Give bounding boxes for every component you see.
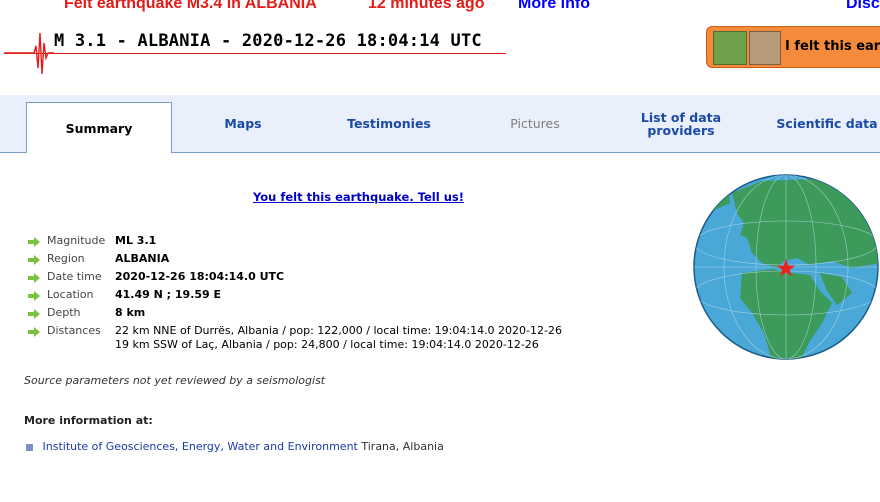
param-value: ML 3.1: [115, 234, 157, 247]
arrow-right-icon: [28, 327, 40, 337]
param-label: Magnitude: [47, 234, 106, 247]
arrow-right-icon: [28, 309, 40, 319]
more-info-link[interactable]: More info: [518, 0, 590, 13]
event-title: M 3.1 - ALBANIA - 2020-12-26 18:04:14 UT…: [54, 31, 482, 51]
disclaimer-link[interactable]: Disc: [846, 0, 880, 13]
param-value: 41.49 N ; 19.59 E: [115, 288, 222, 301]
felt-building-thumbnail-icon: [749, 31, 781, 65]
param-label: Date time: [47, 270, 102, 283]
globe-map-icon: [693, 174, 879, 360]
institution-location: Tirana, Albania: [361, 440, 444, 453]
tab-data-providers[interactable]: List of data providers: [620, 95, 742, 152]
tab-summary[interactable]: Summary: [26, 102, 172, 153]
tab-bar: Summary Maps Testimonies Pictures List o…: [0, 95, 880, 153]
time-ago-text: 12 minutes ago: [368, 0, 485, 12]
institution-link[interactable]: Institute of Geosciences, Energy, Water …: [43, 440, 358, 453]
felt-map-thumbnail-icon: [713, 31, 747, 65]
review-note: Source parameters not yet reviewed by a …: [24, 374, 326, 387]
felt-banner: Felt earthquake M3.4 in ALBANIA 12 minut…: [0, 0, 880, 17]
tab-scientific-data[interactable]: Scientific data: [768, 95, 880, 152]
tab-pictures-label: Pictures: [510, 116, 560, 131]
tab-maps-label: Maps: [224, 116, 262, 131]
tab-scientific-data-label: Scientific data: [776, 116, 878, 131]
more-info-heading: More information at:: [24, 414, 153, 427]
tab-summary-label: Summary: [65, 120, 133, 136]
tab-testimonies[interactable]: Testimonies: [326, 95, 452, 152]
title-underline: [4, 53, 506, 54]
param-label: Distances: [47, 324, 101, 337]
arrow-right-icon: [28, 291, 40, 301]
i-felt-it-label: I felt this earth: [785, 39, 880, 54]
param-value: 2020-12-26 18:04:14.0 UTC: [115, 270, 285, 283]
felt-tell-us-link[interactable]: You felt this earthquake. Tell us!: [253, 190, 464, 204]
param-label: Location: [47, 288, 94, 301]
param-label: Depth: [47, 306, 81, 319]
tab-data-providers-label-line1: List of data: [640, 109, 722, 125]
distance-line-2: 19 km SSW of Laç, Albania / pop: 24,800 …: [115, 338, 539, 351]
bullet-icon: [26, 443, 33, 451]
institution-item: Institute of Geosciences, Energy, Water …: [26, 440, 444, 453]
tab-pictures: Pictures: [476, 95, 594, 152]
tab-maps[interactable]: Maps: [186, 95, 300, 152]
arrow-right-icon: [28, 237, 40, 247]
i-felt-it-button[interactable]: I felt this earth: [706, 26, 880, 68]
arrow-right-icon: [28, 255, 40, 265]
distance-line-1: 22 km NNE of Durrës, Albania / pop: 122,…: [115, 324, 562, 337]
param-value: 8 km: [115, 306, 146, 319]
param-value: ALBANIA: [115, 252, 170, 265]
felt-earthquake-text: Felt earthquake M3.4 in ALBANIA: [64, 0, 317, 12]
tab-testimonies-label: Testimonies: [347, 116, 431, 131]
tab-data-providers-label-line2: providers: [647, 122, 715, 138]
param-label: Region: [47, 252, 85, 265]
arrow-right-icon: [28, 273, 40, 283]
param-value: 22 km NNE of Durrës, Albania / pop: 122,…: [115, 324, 562, 352]
